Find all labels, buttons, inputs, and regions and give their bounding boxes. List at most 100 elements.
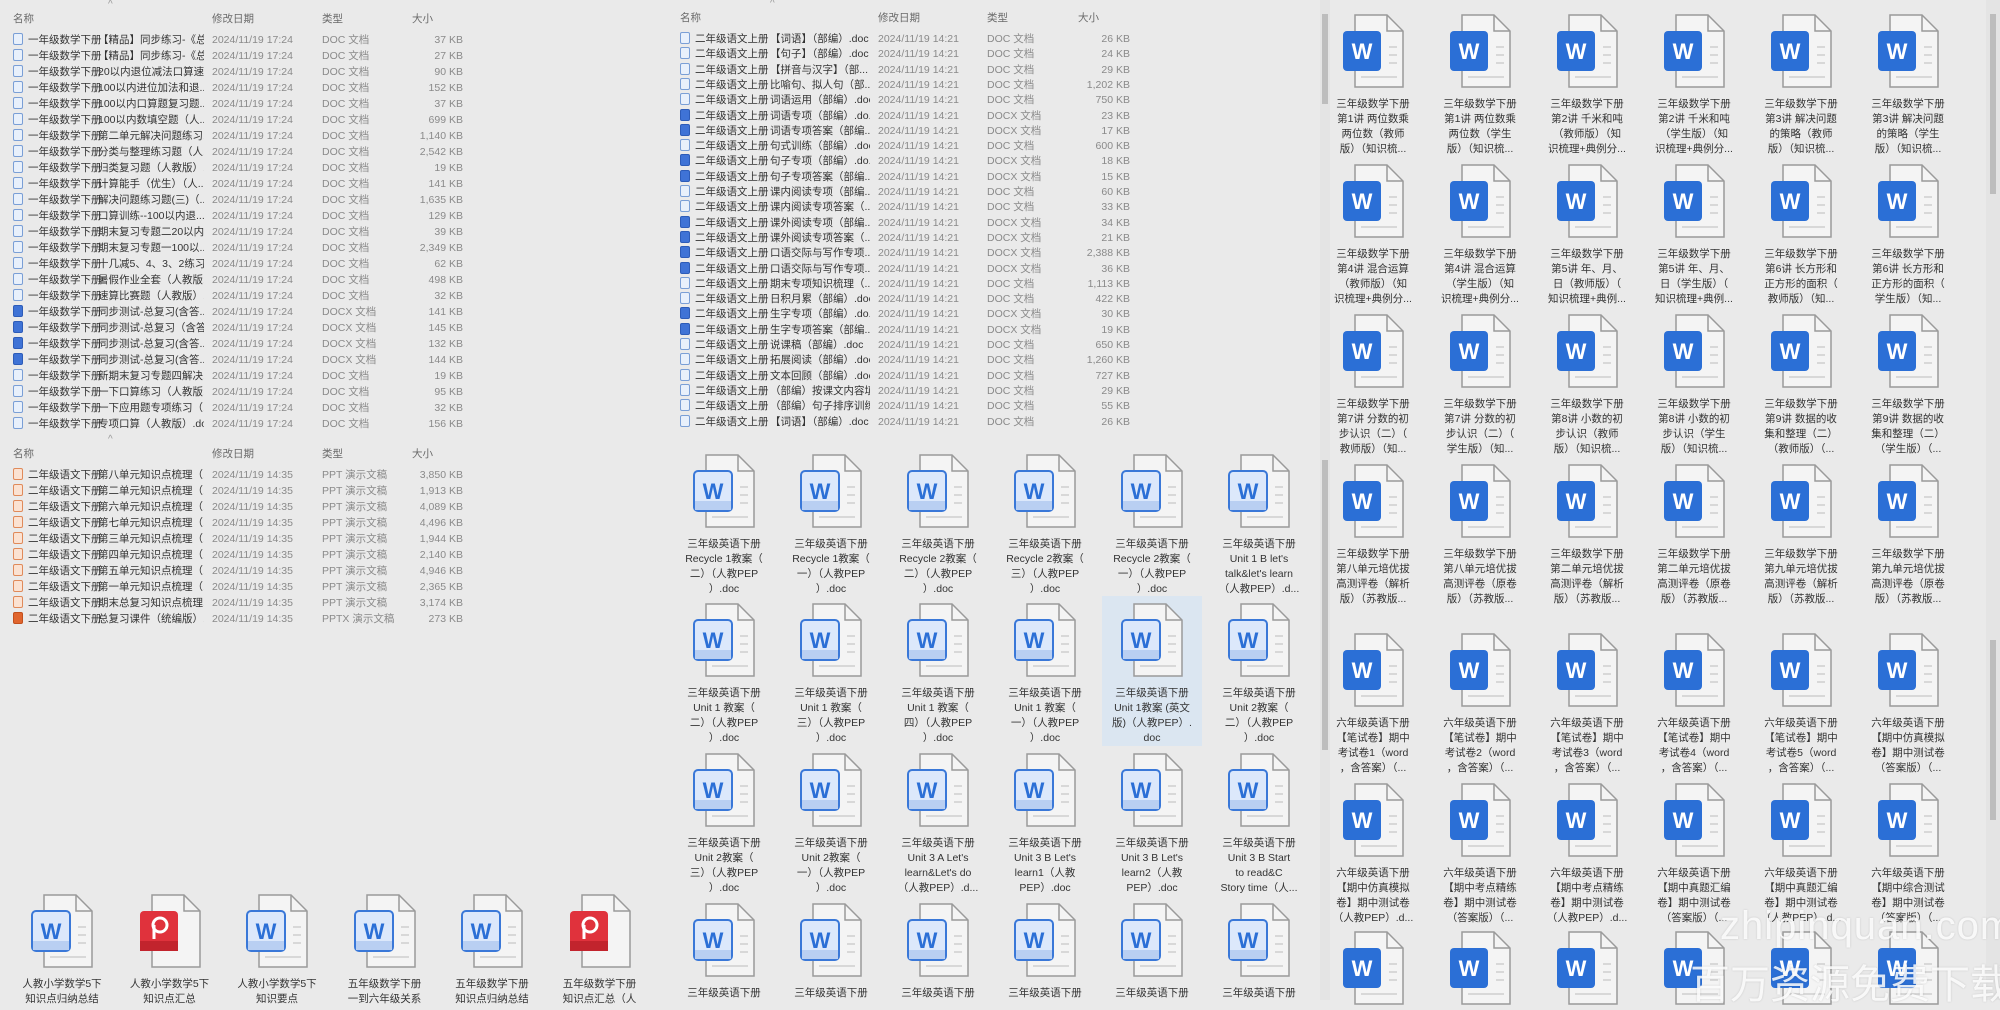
file-item[interactable]: W 六年级英语下册 【笔试卷】期中 考试卷2（word ，含答案）（... xyxy=(1430,626,1530,776)
file-item[interactable]: W 五年级数学下册 一到六年级关系 xyxy=(335,887,435,1007)
file-item[interactable]: W 三年级数学下册 第二单元培优拔 高测评卷（原卷 版）（苏教版... xyxy=(1644,457,1744,607)
file-item[interactable]: W 人教小学数学5下 知识要点 xyxy=(227,887,327,1007)
file-row[interactable]: 二年级语文上册 说课稿（部编）.doc 2024/11/19 14:21 DOC 文档… xyxy=(0,338,1130,353)
file-item[interactable]: W 三年级英语下册 Unit 1 教案（ 四）（人教PEP ）.doc xyxy=(888,596,988,746)
file-item[interactable]: W 三年级英语下册 xyxy=(674,896,774,1001)
left-scrollbar-thumb[interactable] xyxy=(1322,14,1328,104)
file-item[interactable]: W 六年级英语下册 【期中仿真模拟 卷】期中测试卷 （人教PEP）.d... xyxy=(1323,776,1423,926)
column-header-type[interactable]: 类型 xyxy=(987,10,1008,25)
file-item[interactable]: W 三年级数学下册 第9讲 数据的收 集和整理（二） （教师版）（... xyxy=(1751,307,1851,457)
file-item[interactable]: W 六年级英语下册 【笔试卷】期中 考试卷4（word ，含答案）（... xyxy=(1644,626,1744,776)
file-item[interactable]: W 三年级英语下册 Recycle 1教案（ 一）（人教PEP ）.doc xyxy=(781,447,881,597)
file-row[interactable]: 二年级语文上册 文本回顾（部编）.doc 2024/11/19 14:21 DOC 文… xyxy=(0,368,1130,384)
file-row[interactable]: 二年级语文上册 课内阅读专项（部编... 2024/11/19 14:21 DOC 文… xyxy=(0,185,1130,200)
column-header-size[interactable]: 大小 xyxy=(412,11,433,26)
file-item[interactable]: W 三年级英语下册 Unit 2教案（ 二）（人教PEP ）.doc xyxy=(1209,596,1309,746)
column-header-type[interactable]: 类型 xyxy=(322,11,343,26)
file-item[interactable]: W 三年级数学下册 第八单元培优拔 高测评卷（解析 版）（苏教版... xyxy=(1323,457,1423,607)
file-item[interactable]: W 三年级数学下册 第九单元培优拔 高测评卷（解析 版）（苏教版... xyxy=(1751,457,1851,607)
file-row[interactable]: 二年级语文上册 生字专项答案（部编... 2024/11/19 14:21 DOCX … xyxy=(0,322,1130,338)
file-item[interactable]: W 三年级英语下册 Unit 1 B let's talk&let's learn… xyxy=(1209,447,1309,597)
file-row[interactable]: 二年级语文上册（部编）句子排序训练... 2024/11/19 14:21 DOC … xyxy=(0,399,1130,414)
file-item[interactable]: W 三年级数学下册 第9讲 数据的收 集和整理（二） （学生版）（... xyxy=(1858,307,1958,457)
file-row[interactable]: 二年级语文下册 第五单元知识点梳理（... 2024/11/19 14:35 PPT … xyxy=(0,564,463,579)
file-item[interactable]: W 三年级数学下册 第4讲 混合运算 （教师版）（知 识梳理+典例分... xyxy=(1323,157,1423,307)
file-item[interactable]: W 三年级英语下册 Unit 1教案 (英文 版)（人教PEP）. doc xyxy=(1102,596,1202,746)
right-scrollbar-thumb-lower[interactable] xyxy=(1990,640,1996,820)
file-row[interactable]: 二年级语文下册 第一单元知识点梳理（... 2024/11/19 14:35 PPT … xyxy=(0,580,463,595)
file-item[interactable]: 人教小学数学5下 知识点汇总 xyxy=(120,887,220,1007)
column-header-date[interactable]: 修改日期 xyxy=(212,446,254,461)
file-item[interactable]: W 三年级数学下册 第2讲 千米和吨 （教师版）（知 识梳理+典例分... xyxy=(1537,7,1637,157)
file-item[interactable]: W 三年级数学下册 第八单元培优拔 高测评卷（原卷 版）（苏教版... xyxy=(1430,457,1530,607)
file-row[interactable]: 二年级语文上册 词语运用（部编）.doc 2024/11/19 14:21 DOC 文… xyxy=(0,93,1130,108)
file-row[interactable]: 二年级语文上册 词语专项答案（部编... 2024/11/19 14:21 DOCX … xyxy=(0,123,1130,139)
file-row[interactable]: 二年级语文下册 第八单元知识点梳理（... 2024/11/19 14:35 PPT … xyxy=(0,468,463,483)
file-item[interactable]: W 三年级数学下册 第3讲 解决问题 的策略（学生 版）（知识梳... xyxy=(1858,7,1958,157)
file-row[interactable]: 二年级语文上册 【词语】（部编）.doc 2024/11/19 14:21 DOC 文… xyxy=(0,32,1130,47)
file-row[interactable]: 二年级语文上册 句子专项（部编）.do... 2024/11/19 14:21 DOC… xyxy=(0,154,1130,169)
left-scrollbar[interactable] xyxy=(1320,0,1330,1000)
file-item[interactable]: W xyxy=(1430,924,1530,1006)
file-row[interactable]: 二年级语文下册 第四单元知识点梳理（... 2024/11/19 14:35 PPT … xyxy=(0,548,463,563)
file-item[interactable]: W 三年级英语下册 Unit 1 教案（ 二）（人教PEP ）.doc xyxy=(674,596,774,746)
file-row[interactable]: 二年级语文下册 总复习课件（统编版）.... 2024/11/19 14:35 PPT… xyxy=(0,612,463,627)
file-item[interactable]: W 三年级英语下册 Unit 1 教案（ 一）（人教PEP ）.doc xyxy=(995,596,1095,746)
file-item[interactable]: W 三年级英语下册 Unit 1 教案（ 三）（人教PEP ）.doc xyxy=(781,596,881,746)
file-item[interactable]: W xyxy=(1323,924,1423,1006)
file-item[interactable]: W 三年级数学下册 第6讲 长方形和 正方形的面积（ 教师版）（知... xyxy=(1751,157,1851,307)
file-row[interactable]: 二年级语文上册 课内阅读专项答案（... 2024/11/19 14:21 DOC 文… xyxy=(0,200,1130,215)
file-item[interactable]: W 三年级数学下册 第5讲 年、月、 日（学生版）（ 知识梳理+典例... xyxy=(1644,157,1744,307)
file-row[interactable]: 二年级语文上册 句子专项答案（部编... 2024/11/19 14:21 DOCX … xyxy=(0,169,1130,185)
file-row[interactable]: 二年级语文上册 拓展阅读（部编）.doc 2024/11/19 14:21 DOC 文… xyxy=(0,353,1130,368)
file-item[interactable]: W 三年级数学下册 第7讲 分数的初 步认识（二）（ 学生版）（知... xyxy=(1430,307,1530,457)
left-scrollbar-thumb-lower[interactable] xyxy=(1322,460,1328,750)
file-row[interactable]: 二年级语文上册 生字专项（部编）.do... 2024/11/19 14:21 DOC… xyxy=(0,307,1130,322)
file-row[interactable]: 二年级语文下册 第六单元知识点梳理（... 2024/11/19 14:35 PPT … xyxy=(0,500,463,515)
file-item[interactable]: W 三年级数学下册 第4讲 混合运算 （学生版）（知 识梳理+典例分... xyxy=(1430,157,1530,307)
right-scrollbar-thumb[interactable] xyxy=(1990,14,1996,194)
file-row[interactable]: 二年级语文下册 第二单元知识点梳理（... 2024/11/19 14:35 PPT … xyxy=(0,484,463,499)
file-item[interactable]: W 三年级英语下册 Recycle 2教案（ 三）（人教PEP ）.doc xyxy=(995,447,1095,597)
file-row[interactable]: 二年级语文上册 句式训练（部编）.doc 2024/11/19 14:21 DOC 文… xyxy=(0,139,1130,154)
column-header-type[interactable]: 类型 xyxy=(322,446,343,461)
file-row[interactable]: 二年级语文上册 口语交际与写作专项... 2024/11/19 14:21 DOCX … xyxy=(0,246,1130,261)
file-row[interactable]: 二年级语文上册 课外阅读专项答案（... 2024/11/19 14:21 DOCX … xyxy=(0,230,1130,246)
file-row[interactable]: 二年级语文下册 期末总复习知识点梳理... 2024/11/19 14:35 PPT … xyxy=(0,596,463,611)
file-item[interactable]: W 三年级数学下册 第3讲 解决问题 的策略（教师 版）（知识梳... xyxy=(1751,7,1851,157)
file-row[interactable]: 二年级语文上册 【句子】（部编）.doc 2024/11/19 14:21 DOC 文… xyxy=(0,47,1130,62)
file-item[interactable]: W 三年级英语下册 Unit 2教案（ 三）（人教PEP ）.doc xyxy=(674,746,774,896)
file-item[interactable]: W 三年级数学下册 第7讲 分数的初 步认识（二）（ 教师版）（知... xyxy=(1323,307,1423,457)
file-item[interactable]: W 三年级英语下册 Recycle 2教案（ 二）（人教PEP ）.doc xyxy=(888,447,988,597)
file-item[interactable]: W 三年级数学下册 第5讲 年、月、 日（教师版）（ 知识梳理+典例... xyxy=(1537,157,1637,307)
file-item[interactable]: W 三年级数学下册 第8讲 小数的初 步认识（教师 版）（知识梳... xyxy=(1537,307,1637,457)
file-item[interactable]: W 三年级数学下册 第2讲 千米和吨 （学生版）（知 识梳理+典例分... xyxy=(1644,7,1744,157)
column-header-date[interactable]: 修改日期 xyxy=(878,10,920,25)
file-row[interactable]: 二年级语文下册 第七单元知识点梳理（... 2024/11/19 14:35 PPT … xyxy=(0,516,463,531)
column-header-name[interactable]: 名称 xyxy=(680,10,701,25)
file-item[interactable]: W 三年级英语下册 xyxy=(1209,896,1309,1001)
file-item[interactable]: 五年级数学下册 知识点汇总（人 xyxy=(550,887,650,1007)
file-row[interactable]: 二年级语文上册 课外阅读专项（部编... 2024/11/19 14:21 DOCX … xyxy=(0,215,1130,231)
file-item[interactable]: W 三年级数学下册 第8讲 小数的初 步认识（学生 版）（知识梳... xyxy=(1644,307,1744,457)
file-row[interactable]: 二年级语文下册 第三单元知识点梳理（... 2024/11/19 14:35 PPT … xyxy=(0,532,463,547)
file-item[interactable]: W 人教小学数学5下 知识点归纳总结 xyxy=(12,887,112,1007)
column-header-size[interactable]: 大小 xyxy=(412,446,433,461)
file-item[interactable]: W 三年级英语下册 xyxy=(888,896,988,1001)
file-item[interactable]: W 三年级英语下册 xyxy=(781,896,881,1001)
file-item[interactable]: W 三年级英语下册 Unit 3 B Let's learn1（人教 PEP）.d… xyxy=(995,746,1095,896)
file-row[interactable]: 二年级语文上册 【拼音与汉字】（部... 2024/11/19 14:21 DOC 文… xyxy=(0,62,1130,78)
file-item[interactable]: W 六年级英语下册 【笔试卷】期中 考试卷5（word ，含答案）（... xyxy=(1751,626,1851,776)
file-item[interactable]: W 三年级数学下册 第二单元培优拔 高测评卷（解析 版）（苏教版... xyxy=(1537,457,1637,607)
file-item[interactable]: W 六年级英语下册 【期中考点精练 卷】期中测试卷 （答案版）（... xyxy=(1430,776,1530,926)
right-scrollbar[interactable] xyxy=(1986,0,2000,1000)
file-item[interactable]: W 六年级英语下册 【期中仿真模拟 卷】期中测试卷 （答案版）（... xyxy=(1858,626,1958,776)
file-item[interactable]: W 三年级英语下册 Recycle 2教案（ 一）（人教PEP ）.doc xyxy=(1102,447,1202,597)
file-item[interactable]: W 三年级英语下册 Unit 3 A Let's learn&Let's do （… xyxy=(888,746,988,896)
file-item[interactable]: W 五年级数学下册 知识点归纳总结 xyxy=(442,887,542,1007)
file-item[interactable]: W 三年级英语下册 xyxy=(1102,896,1202,1001)
file-item[interactable]: W 六年级英语下册 【期中考点精练 卷】期中测试卷 （人教PEP）.d... xyxy=(1537,776,1637,926)
file-item[interactable]: W 六年级英语下册 【笔试卷】期中 考试卷3（word ，含答案）（... xyxy=(1537,626,1637,776)
file-item[interactable]: W 三年级数学下册 第6讲 长方形和 正方形的面积（ 学生版）（知... xyxy=(1858,157,1958,307)
file-item[interactable]: W xyxy=(1537,924,1637,1006)
